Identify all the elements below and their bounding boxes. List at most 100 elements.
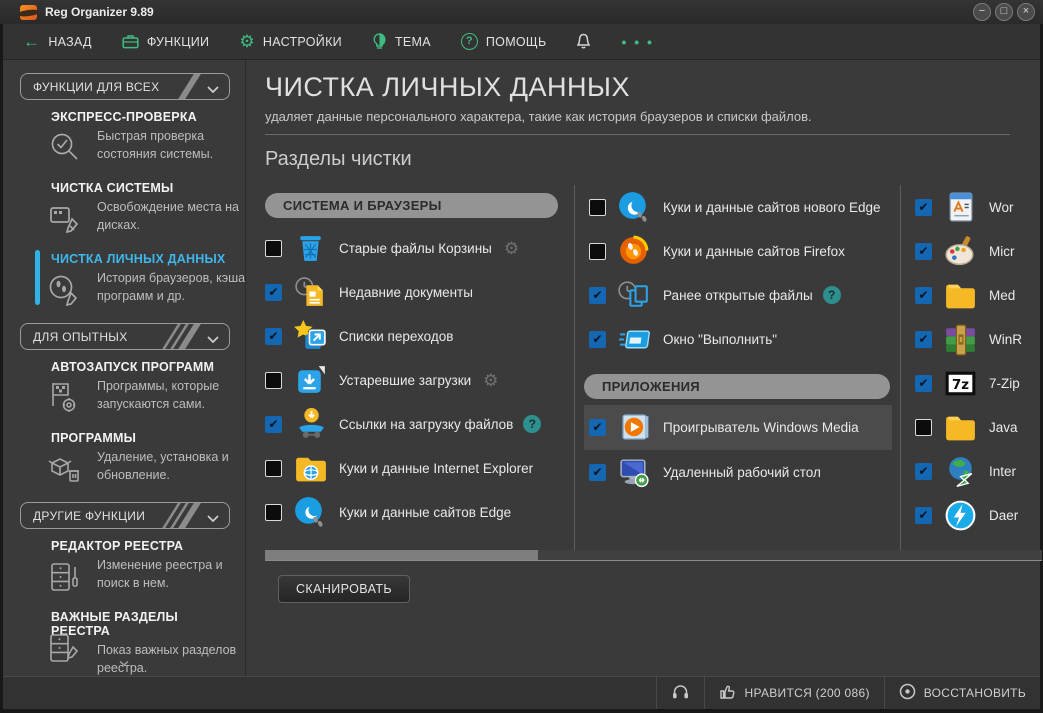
cleanup-item-remote-desktop[interactable]: Удаленный рабочий стол xyxy=(575,450,900,494)
checkbox[interactable] xyxy=(589,419,606,436)
jump-lists-icon xyxy=(292,318,329,355)
firefox-cookies-icon xyxy=(616,233,653,270)
cleanup-item-label: Куки и данные сайтов Firefox xyxy=(663,244,845,259)
cleanup-item-ie-cookies[interactable]: Куки и данные Internet Explorer xyxy=(265,446,574,490)
sidebar-item-autostart[interactable]: АВТОЗАПУСК ПРОГРАММ Программы, которые з… xyxy=(51,360,235,413)
cleanup-item-label: Удаленный рабочий стол xyxy=(663,465,821,480)
checkbox[interactable] xyxy=(265,416,282,433)
item-title: ЭКСПРЕСС-ПРОВЕРКА xyxy=(51,110,235,124)
support-button[interactable] xyxy=(656,677,704,709)
checkbox[interactable] xyxy=(589,331,606,348)
flag-gear-icon xyxy=(47,380,85,423)
checkbox[interactable] xyxy=(589,243,606,260)
help-icon[interactable]: ? xyxy=(523,415,541,433)
sidebar-scroll-down-indicator[interactable] xyxy=(3,654,245,672)
checkbox[interactable] xyxy=(589,199,606,216)
notifications-button[interactable] xyxy=(576,33,591,50)
checkbox[interactable] xyxy=(915,419,932,436)
sidebar-item-express-check[interactable]: ЭКСПРЕСС-ПРОВЕРКА Быстрая проверка состо… xyxy=(51,110,235,163)
functions-button[interactable]: ФУНКЦИИ xyxy=(122,34,210,49)
maximize-button[interactable]: □ xyxy=(995,3,1013,21)
checkbox[interactable] xyxy=(915,331,932,348)
toolbar: ← НАЗАД ФУНКЦИИ ⚙ НАСТРОЙКИ ТЕМА ? ПОМОЩ… xyxy=(3,24,1040,60)
checkbox[interactable] xyxy=(915,463,932,480)
checkbox[interactable] xyxy=(265,460,282,477)
sidebar-group-for-experienced[interactable]: ДЛЯ ОПЫТНЫХ xyxy=(20,323,230,350)
checkbox[interactable] xyxy=(915,507,932,524)
group-label: ФУНКЦИИ ДЛЯ ВСЕХ xyxy=(33,80,159,94)
horizontal-scrollbar-thumb[interactable] xyxy=(265,550,538,560)
minimize-button[interactable]: − xyxy=(973,3,991,21)
cleanup-item-old-recycle-files[interactable]: Старые файлы Корзины ⚙ xyxy=(265,226,574,270)
checkbox[interactable] xyxy=(265,372,282,389)
checkbox[interactable] xyxy=(915,199,932,216)
cleanup-item-java[interactable]: Java xyxy=(901,405,1042,449)
cleanup-item-wordpad[interactable]: Wor xyxy=(901,185,1042,229)
close-button[interactable]: × xyxy=(1017,3,1035,21)
cleanup-item-new-edge-cookies[interactable]: Куки и данные сайтов нового Edge xyxy=(575,185,900,229)
gear-icon[interactable]: ⚙ xyxy=(504,240,519,257)
cleanup-item-label: WinR xyxy=(989,332,1022,347)
help-icon: ? xyxy=(461,33,478,50)
sidebar: ФУНКЦИИ ДЛЯ ВСЕХ ЭКСПРЕСС-ПРОВЕРКА Быстр… xyxy=(3,60,246,676)
scan-button[interactable]: СКАНИРОВАТЬ xyxy=(278,575,410,603)
cleanup-item-internet-download-manager[interactable]: Inter xyxy=(901,449,1042,493)
section-header-system-browsers: СИСТЕМА И БРАУЗЕРЫ xyxy=(265,193,558,218)
cleanup-item-label: Med xyxy=(989,288,1015,303)
gear-icon[interactable]: ⚙ xyxy=(483,372,498,389)
cleanup-item-daemon-tools[interactable]: Daer xyxy=(901,493,1042,537)
checkbox[interactable] xyxy=(915,375,932,392)
cleanup-item-previously-opened-files[interactable]: Ранее открытые файлы ? xyxy=(575,273,900,317)
cleanup-item-7zip[interactable]: 7z 7-Zip xyxy=(901,361,1042,405)
sidebar-item-personal-data-cleanup[interactable]: ЧИСТКА ЛИЧНЫХ ДАННЫХ История браузеров, … xyxy=(51,252,235,305)
bell-icon xyxy=(576,33,591,50)
sidebar-item-registry-editor[interactable]: РЕДАКТОР РЕЕСТРА Изменение реестра и пои… xyxy=(51,539,235,592)
checkbox[interactable] xyxy=(265,328,282,345)
checkbox[interactable] xyxy=(589,464,606,481)
restore-button[interactable]: ВОССТАНОВИТЬ xyxy=(884,677,1040,709)
more-button[interactable]: • • • xyxy=(621,34,653,50)
like-button[interactable]: НРАВИТСЯ (200 086) xyxy=(704,677,883,709)
cleanup-item-run-window[interactable]: Окно "Выполнить" xyxy=(575,317,900,361)
svg-text:7z: 7z xyxy=(952,378,969,393)
help-icon[interactable]: ? xyxy=(823,286,841,304)
body-area: ФУНКЦИИ ДЛЯ ВСЕХ ЭКСПРЕСС-ПРОВЕРКА Быстр… xyxy=(3,60,1040,676)
cleanup-item-label: Wor xyxy=(989,200,1014,215)
sidebar-item-system-cleanup[interactable]: ЧИСТКА СИСТЕМЫ Освобождение места на дис… xyxy=(51,181,235,234)
checkbox[interactable] xyxy=(265,284,282,301)
cleanup-item-recent-documents[interactable]: Недавние документы xyxy=(265,270,574,314)
winrar-icon xyxy=(942,321,979,358)
cleanup-item-obsolete-downloads[interactable]: Устаревшие загрузки ⚙ xyxy=(265,358,574,402)
checkbox[interactable] xyxy=(265,504,282,521)
folder-icon xyxy=(942,277,979,314)
cleanup-item-label: Старые файлы Корзины xyxy=(339,241,492,256)
cleanup-item-winrar[interactable]: WinR xyxy=(901,317,1042,361)
cleanup-item-paint[interactable]: Micr xyxy=(901,229,1042,273)
cleanup-item-download-links[interactable]: Ссылки на загрузку файлов ? xyxy=(265,402,574,446)
checkbox[interactable] xyxy=(915,243,932,260)
theme-button[interactable]: ТЕМА xyxy=(372,33,431,50)
download-links-icon xyxy=(292,406,329,443)
checkbox[interactable] xyxy=(265,240,282,257)
horizontal-scrollbar[interactable] xyxy=(265,550,1042,560)
sidebar-group-functions-for-all[interactable]: ФУНКЦИИ ДЛЯ ВСЕХ xyxy=(20,73,230,100)
cleanup-item-media-folder[interactable]: Med xyxy=(901,273,1042,317)
cleanup-item-label: Куки и данные сайтов Edge xyxy=(339,505,511,520)
item-desc: Освобождение места на дисках. xyxy=(97,198,246,234)
sidebar-item-programs[interactable]: ПРОГРАММЫ Удаление, установка и обновлен… xyxy=(51,431,235,484)
main-content: ЧИСТКА ЛИЧНЫХ ДАННЫХ удаляет данные перс… xyxy=(247,60,1040,676)
sidebar-group-other-functions[interactable]: ДРУГИЕ ФУНКЦИИ xyxy=(20,502,230,529)
cleanup-item-edge-cookies[interactable]: Куки и данные сайтов Edge xyxy=(265,490,574,534)
windows-media-player-icon xyxy=(616,409,653,446)
cleanup-item-windows-media-player[interactable]: Проигрыватель Windows Media xyxy=(584,405,892,450)
previously-opened-files-icon xyxy=(616,277,653,314)
drawer-screwdriver-icon xyxy=(47,559,85,602)
checkbox[interactable] xyxy=(915,287,932,304)
help-button[interactable]: ? ПОМОЩЬ xyxy=(461,33,547,50)
cleanup-item-firefox-cookies[interactable]: Куки и данные сайтов Firefox xyxy=(575,229,900,273)
settings-button[interactable]: ⚙ НАСТРОЙКИ xyxy=(239,33,342,50)
checkbox[interactable] xyxy=(589,287,606,304)
cleanup-item-jump-lists[interactable]: Списки переходов xyxy=(265,314,574,358)
back-button[interactable]: ← НАЗАД xyxy=(23,33,92,50)
statusbar: НРАВИТСЯ (200 086) ВОССТАНОВИТЬ xyxy=(3,676,1040,709)
